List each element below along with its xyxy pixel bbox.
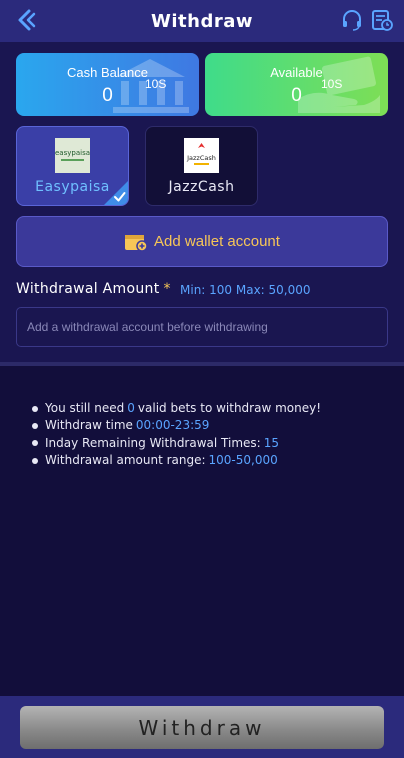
rule-text: You still need bbox=[45, 401, 125, 415]
jazzcash-logo: JazzCash bbox=[184, 138, 219, 173]
rule-item: You still need 0 valid bets to withdraw mo… bbox=[32, 400, 321, 417]
available-value: 0 bbox=[291, 85, 302, 106]
headset-icon[interactable] bbox=[340, 8, 364, 32]
add-wallet-button[interactable]: Add wallet account bbox=[16, 216, 388, 267]
footer-bar: Withdraw bbox=[0, 696, 404, 758]
withdrawal-amount-title: Withdrawal Amount bbox=[16, 281, 160, 297]
rule-highlight: 100-50,000 bbox=[208, 452, 278, 467]
rule-highlight: 15 bbox=[263, 435, 279, 450]
cash-balance-value: 0 bbox=[102, 85, 113, 106]
page-title: Withdraw bbox=[151, 10, 253, 32]
withdrawal-amount-input[interactable] bbox=[16, 307, 388, 347]
records-icon[interactable] bbox=[370, 8, 394, 32]
cash-balance-label: Cash Balance bbox=[67, 65, 148, 80]
amount-range-hint: Min: 100 Max: 50,000 bbox=[180, 283, 311, 297]
required-mark: * bbox=[163, 281, 171, 297]
rule-text: Withdraw time bbox=[45, 418, 133, 433]
add-wallet-label: Add wallet account bbox=[154, 233, 280, 250]
back-chevron-icon[interactable] bbox=[12, 6, 40, 34]
method-easypaisa[interactable]: easypaisa Easypaisa bbox=[16, 126, 129, 206]
cash-balance-card: Cash Balance 10S 0 bbox=[16, 53, 199, 116]
svg-text:easypaisa: easypaisa bbox=[55, 149, 90, 157]
rule-highlight: 00:00-23:59 bbox=[135, 418, 210, 433]
header: Withdraw bbox=[0, 0, 404, 42]
wallet-add-icon bbox=[125, 234, 148, 252]
rule-text-tail: valid bets to withdraw money! bbox=[137, 401, 322, 415]
easypaisa-logo: easypaisa bbox=[55, 138, 90, 173]
method-jazzcash-label: JazzCash bbox=[168, 179, 235, 195]
rule-text: Inday Remaining Withdrawal Times: bbox=[45, 435, 261, 450]
svg-text:JazzCash: JazzCash bbox=[186, 154, 216, 162]
withdraw-rules-list: You still need 0 valid bets to withdraw mo… bbox=[32, 400, 321, 469]
bullet-icon bbox=[32, 457, 38, 464]
bullet-icon bbox=[32, 405, 38, 412]
available-balance-card: Available 10S 0 bbox=[205, 53, 388, 116]
withdrawal-amount-label: Withdrawal Amount * bbox=[16, 281, 171, 297]
rule-item: Withdrawal amount range: 100-50,000 bbox=[32, 452, 321, 469]
bullet-icon bbox=[32, 422, 38, 429]
method-jazzcash[interactable]: JazzCash JazzCash bbox=[145, 126, 258, 206]
rule-item: Inday Remaining Withdrawal Times: 15 bbox=[32, 435, 321, 452]
selected-check-icon bbox=[104, 181, 128, 205]
bullet-icon bbox=[32, 440, 38, 447]
available-label: Available bbox=[270, 65, 323, 80]
rule-item: Withdraw time 00:00-23:59 bbox=[32, 417, 321, 434]
rule-highlight: 0 bbox=[127, 401, 135, 415]
withdraw-button[interactable]: Withdraw bbox=[20, 706, 384, 749]
rule-text: Withdrawal amount range: bbox=[45, 452, 206, 467]
